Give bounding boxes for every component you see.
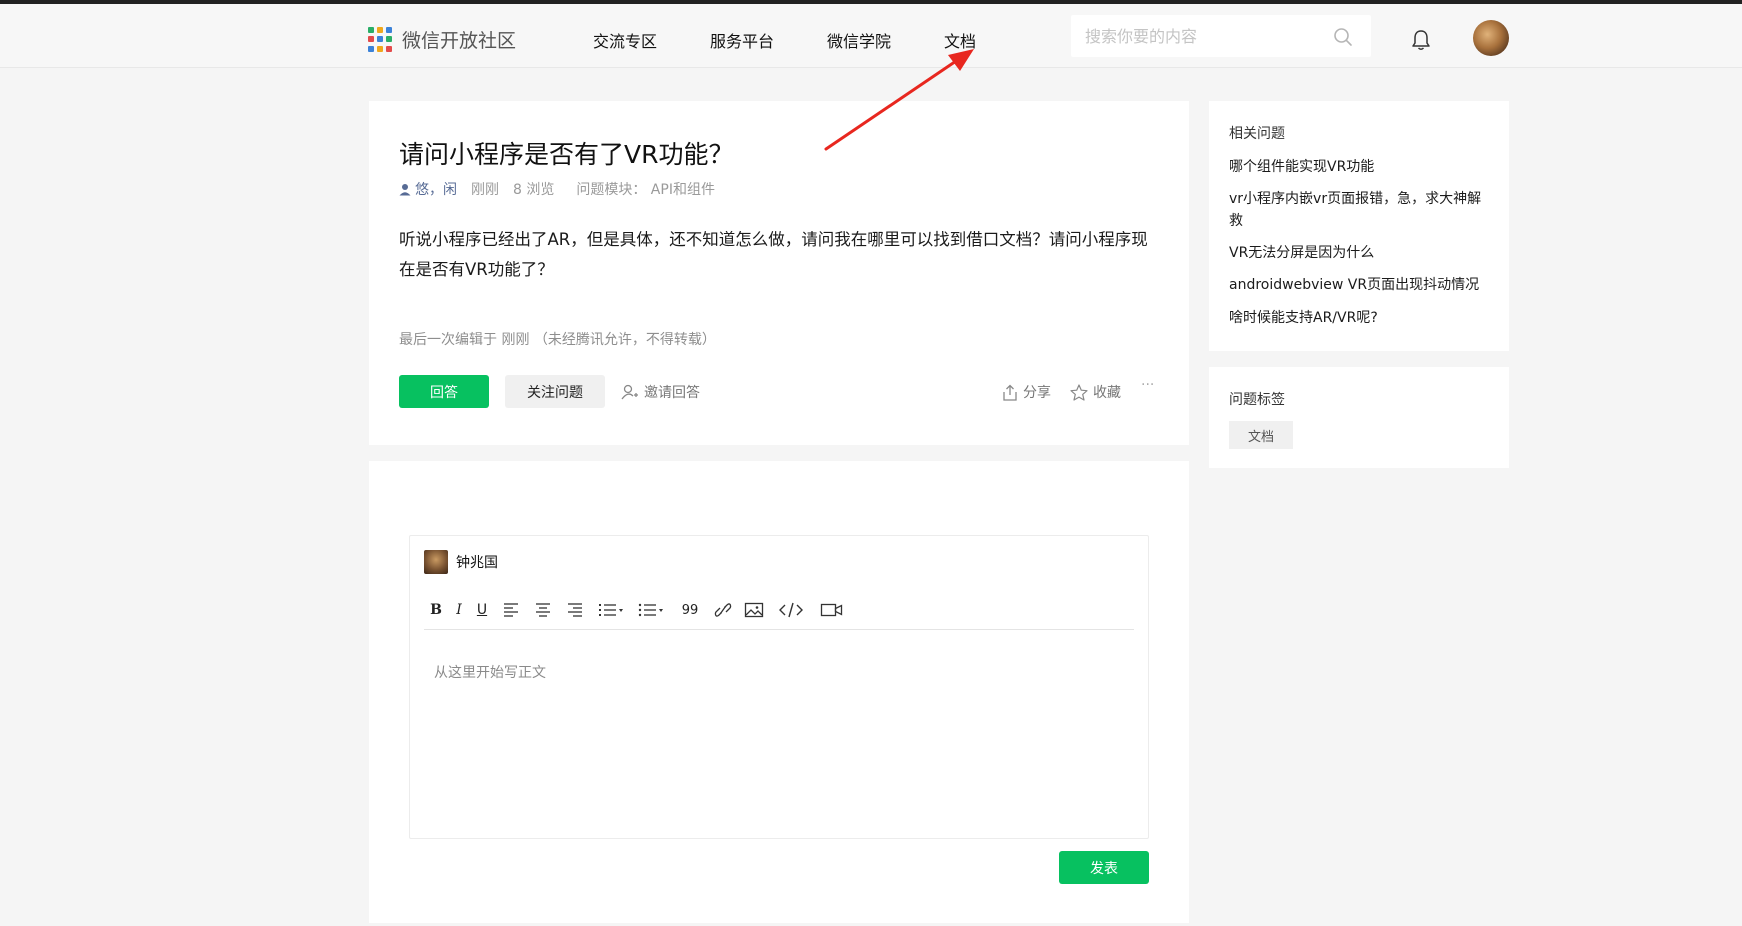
annotation-arrow (824, 49, 974, 151)
star-icon (1070, 383, 1088, 401)
invite-answer-label: 邀请回答 (644, 385, 700, 401)
logo-icon (368, 26, 394, 53)
favorite-label: 收藏 (1093, 385, 1121, 401)
tag-docs[interactable]: 文档 (1229, 421, 1293, 449)
related-question-link[interactable]: VR无法分屏是因为什么 (1229, 242, 1484, 264)
nav-exchange[interactable]: 交流专区 (593, 28, 657, 52)
editor-user: 钟兆国 (424, 550, 498, 574)
quote-button[interactable]: 99 (680, 600, 700, 620)
question-meta: 悠，闲 刚刚 8 浏览 问题模块： API和组件 (399, 179, 715, 199)
site-logo[interactable]: 微信开放社区 (368, 26, 516, 53)
ordered-list-icon[interactable] (598, 600, 626, 620)
question-body: 听说小程序已经出了AR，但是具体，还不知道怎么做，请问我在哪里可以找到借口文档？… (399, 230, 1148, 279)
rich-text-editor: 钟兆国 B I U 99 从这里开始写正文 (409, 535, 1149, 839)
question-tags-panel: 问题标签 文档 (1209, 367, 1509, 468)
nav-service-platform[interactable]: 服务平台 (710, 28, 774, 52)
related-question-link[interactable]: vr小程序内嵌vr页面报错，急，求大神解救 (1229, 188, 1484, 232)
question-author[interactable]: 悠，闲 (399, 179, 457, 199)
bullet-list-icon[interactable] (638, 600, 666, 620)
user-avatar[interactable] (1473, 20, 1509, 56)
question-views: 8 浏览 (513, 182, 555, 198)
related-question-link[interactable]: androidwebview VR页面出现抖动情况 (1229, 274, 1484, 296)
author-name: 悠，闲 (415, 182, 457, 198)
edit-note: 最后一次编辑于 刚刚 （未经腾讯允许，不得转载） (399, 332, 716, 348)
search-input[interactable] (1085, 25, 1315, 47)
italic-button[interactable]: I (452, 600, 466, 620)
align-right-icon[interactable] (566, 600, 584, 620)
share-icon (1003, 384, 1017, 401)
editor-username: 钟兆国 (456, 555, 498, 571)
editor-body-placeholder[interactable]: 从这里开始写正文 (434, 662, 546, 682)
follow-question-button[interactable]: 关注问题 (505, 375, 605, 408)
related-questions-panel: 相关问题 哪个组件能实现VR功能 vr小程序内嵌vr页面报错，急，求大神解救 V… (1209, 101, 1509, 351)
question-title: 请问小程序是否有了VR功能？ (399, 140, 734, 169)
align-left-icon[interactable] (502, 600, 520, 620)
related-question-link[interactable]: 啥时候能支持AR/VR呢? (1229, 307, 1484, 329)
editor-avatar (424, 550, 448, 574)
share-label: 分享 (1023, 385, 1051, 401)
bell-icon[interactable] (1410, 28, 1432, 52)
related-question-link[interactable]: 哪个组件能实现VR功能 (1229, 156, 1484, 178)
related-questions-title: 相关问题 (1229, 126, 1285, 142)
invite-user-icon (621, 384, 638, 400)
link-icon[interactable] (714, 600, 732, 620)
image-icon[interactable] (744, 600, 764, 620)
favorite-button[interactable]: 收藏 (1070, 382, 1121, 402)
logo-text: 微信开放社区 (402, 30, 517, 52)
question-module[interactable]: 问题模块： API和组件 (576, 179, 715, 199)
share-button[interactable]: 分享 (1002, 382, 1051, 402)
answer-button[interactable]: 回答 (399, 375, 489, 408)
publish-button[interactable]: 发表 (1059, 851, 1149, 884)
user-icon (399, 183, 411, 195)
search-box (1071, 15, 1371, 57)
question-time: 刚刚 (471, 182, 499, 198)
editor-toolbar: B I U 99 (424, 596, 1134, 630)
question-tags-title: 问题标签 (1229, 392, 1285, 408)
video-icon[interactable] (820, 600, 844, 620)
question-card: 请问小程序是否有了VR功能？ 悠，闲 刚刚 8 浏览 问题模块： API和组件 … (369, 101, 1189, 445)
underline-button[interactable]: U (474, 600, 490, 620)
more-button[interactable]: ··· (1141, 377, 1154, 393)
answer-editor-card: 钟兆国 B I U 99 从这里开始写正文 发表 (369, 461, 1189, 923)
invite-answer-button[interactable]: 邀请回答 (621, 382, 700, 402)
align-center-icon[interactable] (534, 600, 552, 620)
bold-button[interactable]: B (428, 600, 444, 620)
code-icon[interactable] (778, 600, 804, 620)
search-icon[interactable] (1333, 27, 1353, 47)
